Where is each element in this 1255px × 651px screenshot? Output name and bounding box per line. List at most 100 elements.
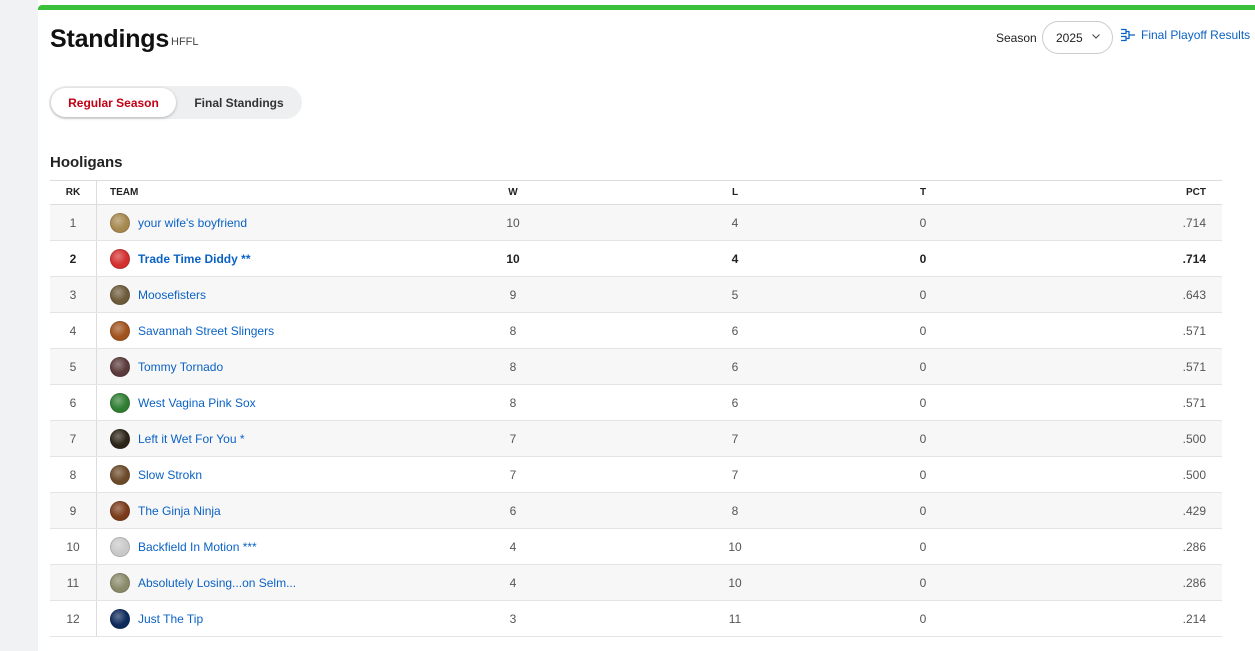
team-name-link[interactable]: Savannah Street Slingers xyxy=(138,324,274,338)
table-row: 3 Moosefisters 9 5 0 .643 xyxy=(50,277,1222,313)
team-avatar[interactable] xyxy=(110,464,130,485)
pct-cell: .714 xyxy=(1182,215,1206,230)
wins-cell: 3 xyxy=(509,611,517,626)
table-row: 6 West Vagina Pink Sox 8 6 0 .571 xyxy=(50,385,1222,421)
ties-cell: 0 xyxy=(919,611,927,626)
group-title: Hooligans xyxy=(50,154,123,171)
pct-cell: .571 xyxy=(1182,395,1206,410)
team-cell: Left it Wet For You * xyxy=(110,421,490,456)
season-value: 2025 xyxy=(1056,30,1083,45)
season-select[interactable]: 2025 xyxy=(1042,21,1113,54)
final-playoff-results-label: Final Playoff Results xyxy=(1141,28,1251,42)
ties-cell: 0 xyxy=(919,323,927,338)
team-name-link[interactable]: West Vagina Pink Sox xyxy=(138,396,256,410)
wins-cell: 8 xyxy=(509,395,517,410)
table-row: 4 Savannah Street Slingers 8 6 0 .571 xyxy=(50,313,1222,349)
team-avatar[interactable] xyxy=(110,320,130,341)
losses-cell: 5 xyxy=(731,287,739,302)
table-row: 12 Just The Tip 3 11 0 .214 xyxy=(50,601,1222,637)
wins-cell: 7 xyxy=(509,467,517,482)
team-name-link[interactable]: Tommy Tornado xyxy=(138,360,223,374)
team-avatar[interactable] xyxy=(110,608,130,629)
rank-cell: 8 xyxy=(50,457,97,492)
team-cell: West Vagina Pink Sox xyxy=(110,385,490,420)
losses-cell: 10 xyxy=(728,575,742,590)
team-name-link[interactable]: Moosefisters xyxy=(138,288,206,302)
final-playoff-results-link[interactable]: Final Playoff Results xyxy=(1120,28,1250,42)
wins-cell: 8 xyxy=(509,323,517,338)
losses-cell: 4 xyxy=(731,251,739,266)
ties-cell: 0 xyxy=(919,251,927,266)
table-row: 7 Left it Wet For You * 7 7 0 .500 xyxy=(50,421,1222,457)
table-row: 5 Tommy Tornado 8 6 0 .571 xyxy=(50,349,1222,385)
team-cell: Savannah Street Slingers xyxy=(110,313,490,348)
losses-cell: 6 xyxy=(731,359,739,374)
rank-cell: 5 xyxy=(50,349,97,384)
team-name-link[interactable]: your wife's boyfriend xyxy=(138,216,247,230)
team-avatar[interactable] xyxy=(110,572,130,593)
rank-cell: 6 xyxy=(50,385,97,420)
pct-cell: .214 xyxy=(1182,611,1206,626)
team-cell: The Ginja Ninja xyxy=(110,493,490,528)
top-accent-bar xyxy=(38,5,1255,10)
wins-cell: 6 xyxy=(509,503,517,518)
rank-cell: 1 xyxy=(50,205,97,240)
table-row: 8 Slow Strokn 7 7 0 .500 xyxy=(50,457,1222,493)
wins-cell: 4 xyxy=(509,539,517,554)
losses-cell: 8 xyxy=(731,503,739,518)
season-label: Season xyxy=(996,31,1037,45)
team-cell: your wife's boyfriend xyxy=(110,205,490,240)
wins-cell: 9 xyxy=(509,287,517,302)
pct-cell: .286 xyxy=(1182,575,1206,590)
losses-cell: 11 xyxy=(728,611,742,626)
losses-cell: 7 xyxy=(731,467,739,482)
team-name-link[interactable]: The Ginja Ninja xyxy=(138,504,221,518)
losses-cell: 6 xyxy=(731,395,739,410)
team-name-link[interactable]: Slow Strokn xyxy=(138,468,202,482)
ties-cell: 0 xyxy=(919,467,927,482)
ties-cell: 0 xyxy=(919,215,927,230)
pct-cell: .500 xyxy=(1182,467,1206,482)
ties-cell: 0 xyxy=(919,503,927,518)
team-avatar[interactable] xyxy=(110,500,130,521)
page-title: Standings xyxy=(50,25,170,53)
pct-cell: .643 xyxy=(1182,287,1206,302)
team-name-link[interactable]: Absolutely Losing...on Selm... xyxy=(138,576,296,590)
pct-cell: .286 xyxy=(1182,539,1206,554)
team-avatar[interactable] xyxy=(110,428,130,449)
team-avatar[interactable] xyxy=(110,392,130,413)
tab-final-standings[interactable]: Final Standings xyxy=(180,88,298,117)
standings-view-toggle: Regular Season Final Standings xyxy=(49,86,302,119)
team-avatar[interactable] xyxy=(110,212,130,233)
team-cell: Trade Time Diddy ** xyxy=(110,241,490,276)
column-header-l: L xyxy=(731,187,739,198)
table-row: 1 your wife's boyfriend 10 4 0 .714 xyxy=(50,205,1222,241)
team-name-link[interactable]: Trade Time Diddy ** xyxy=(138,252,250,266)
rank-cell: 11 xyxy=(50,565,97,600)
ties-cell: 0 xyxy=(919,395,927,410)
pct-cell: .571 xyxy=(1182,359,1206,374)
wins-cell: 10 xyxy=(506,215,520,230)
tab-regular-season[interactable]: Regular Season xyxy=(51,88,176,117)
losses-cell: 4 xyxy=(731,215,739,230)
team-name-link[interactable]: Just The Tip xyxy=(138,612,203,626)
column-header-rk: RK xyxy=(50,181,97,204)
team-cell: Tommy Tornado xyxy=(110,349,490,384)
bracket-icon xyxy=(1121,28,1135,42)
team-cell: Absolutely Losing...on Selm... xyxy=(110,565,490,600)
rank-cell: 9 xyxy=(50,493,97,528)
team-name-link[interactable]: Left it Wet For You * xyxy=(138,432,245,446)
table-header: RK TEAM W L T PCT xyxy=(50,181,1222,205)
rank-cell: 4 xyxy=(50,313,97,348)
losses-cell: 10 xyxy=(728,539,742,554)
team-avatar[interactable] xyxy=(110,284,130,305)
team-cell: Just The Tip xyxy=(110,601,490,636)
team-name-link[interactable]: Backfield In Motion *** xyxy=(138,540,257,554)
chevron-down-icon xyxy=(1092,34,1100,39)
team-avatar[interactable] xyxy=(110,536,130,557)
team-avatar[interactable] xyxy=(110,248,130,269)
ties-cell: 0 xyxy=(919,539,927,554)
column-header-w: W xyxy=(508,187,518,198)
team-avatar[interactable] xyxy=(110,356,130,377)
table-row: 2 Trade Time Diddy ** 10 4 0 .714 xyxy=(50,241,1222,277)
